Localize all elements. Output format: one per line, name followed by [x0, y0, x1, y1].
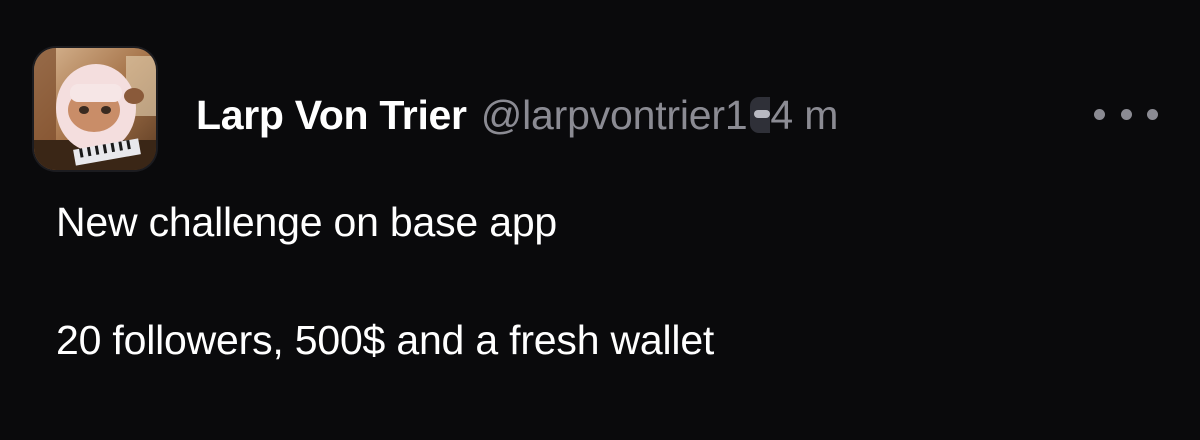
post-text-line: 20 followers, 500$ and a fresh wallet	[56, 317, 715, 363]
more-horizontal-icon-dot	[1147, 108, 1158, 120]
post-card: Larp Von Trier @larpvontrier1 4 m New ch…	[0, 0, 1200, 440]
more-horizontal-icon-dot	[1120, 108, 1132, 120]
post-header: Larp Von Trier @larpvontrier1 4 m	[196, 88, 838, 142]
post-text-line: New challenge on base app	[56, 199, 558, 245]
post-body: New challenge on base app 20 followers, …	[56, 198, 714, 364]
avatar-image	[34, 48, 156, 170]
post-timestamp[interactable]: 4 m	[770, 92, 838, 139]
badge-icon	[750, 97, 771, 133]
author-avatar[interactable]	[34, 48, 156, 170]
more-options-button[interactable]	[1094, 96, 1158, 132]
author-display-name[interactable]: Larp Von Trier	[196, 92, 467, 139]
author-handle[interactable]: @larpvontrier1	[481, 92, 748, 139]
more-horizontal-icon	[1094, 108, 1105, 120]
